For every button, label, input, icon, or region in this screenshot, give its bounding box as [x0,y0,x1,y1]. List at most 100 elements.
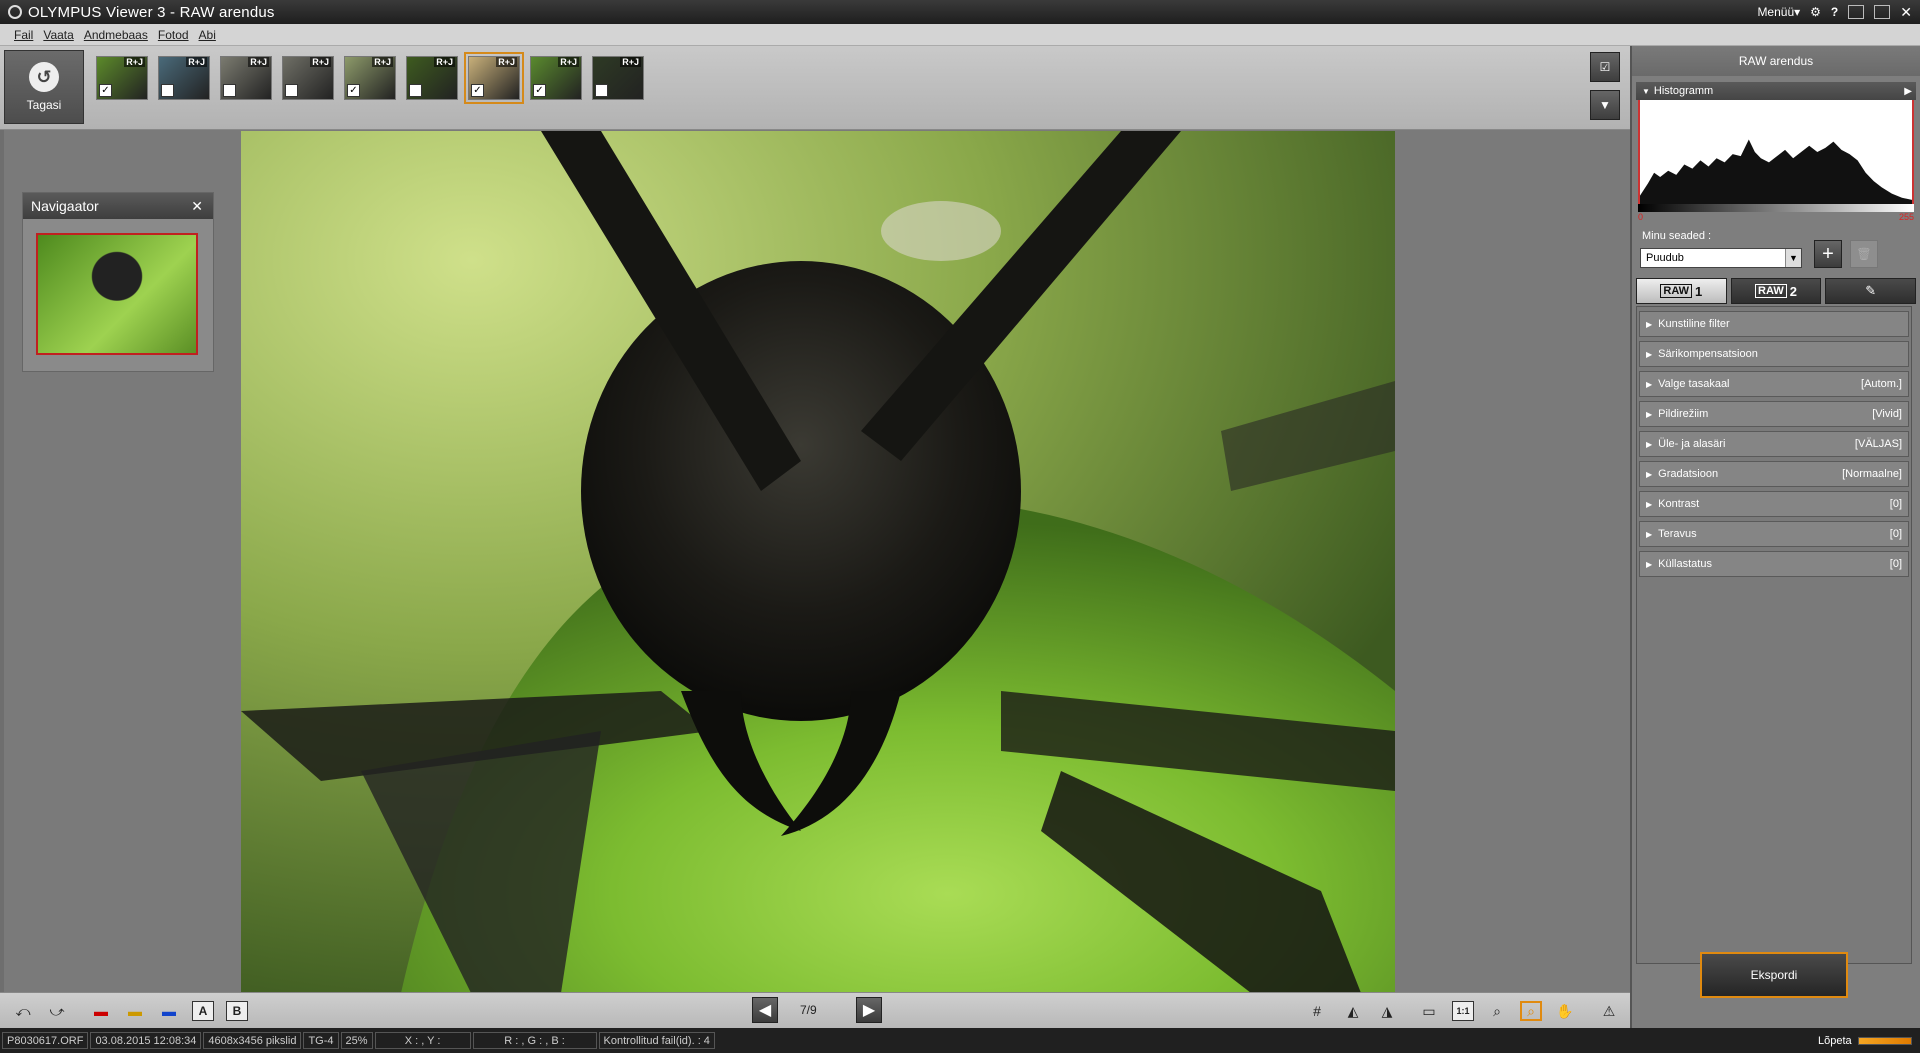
thumbnail-checkbox[interactable]: ✓ [533,84,546,97]
thumbnail[interactable]: R+J [220,56,272,100]
image-viewer[interactable]: Navigaator ✕ [4,130,1630,993]
status-xy: X : , Y : [374,1032,471,1049]
thumbnail[interactable]: R+J ✓ [464,52,524,104]
compare-b-icon[interactable]: B [226,1001,248,1021]
histogram-gradient [1638,204,1914,212]
app-icon [8,5,22,19]
help-icon[interactable]: ? [1831,5,1838,19]
setting-value: [Normaalne] [1842,468,1902,480]
histogram-header[interactable]: ▼ Histogramm ▶ [1636,82,1916,100]
mark-yellow-icon[interactable]: ▬ [124,1001,146,1021]
thumbnail[interactable]: R+J [406,56,458,100]
trash-icon[interactable]: 🗑 [1850,240,1878,268]
thumbnail-checkbox[interactable] [409,84,422,97]
highlight-warning-icon[interactable]: ◭ [1342,1001,1364,1021]
setting-value: [Vivid] [1872,408,1902,420]
actual-size-icon[interactable]: 1:1 [1452,1001,1474,1021]
expand-triangle-icon: ▶ [1646,379,1653,389]
restore-button[interactable] [1874,5,1891,19]
menu-file[interactable]: Fail [14,28,33,42]
status-bar: P8030617.ORF 03.08.2015 12:08:34 4608x34… [0,1028,1920,1053]
settings-list: ▶ Kunstiline filter ▶ Särikompensatsioon ▶ Va… [1636,306,1912,964]
close-button[interactable]: ✕ [1900,4,1912,21]
tab-edit[interactable]: ✎ [1825,278,1917,304]
setting-row[interactable]: ▶ Kontrast [0] [1639,491,1909,517]
status-zoom: 25% [340,1032,373,1049]
tab-raw2-num: 2 [1789,283,1797,299]
thumbnail-checkbox[interactable] [595,84,608,97]
thumbnail-checkbox[interactable] [223,84,236,97]
menu-database[interactable]: Andmebaas [84,28,148,42]
rotate-right-icon[interactable]: ⤻ [46,1001,68,1021]
setting-label: Kontrast [1658,498,1700,510]
setting-row[interactable]: ▶ Gradatsioon [Normaalne] [1639,461,1909,487]
setting-row[interactable]: ▶ Särikompensatsioon [1639,341,1909,367]
grid-icon[interactable]: # [1306,1001,1328,1021]
thumbnail[interactable]: R+J ✓ [96,56,148,100]
back-button[interactable]: ↺ Tagasi [4,50,84,124]
hand-icon[interactable]: ✋ [1554,1001,1576,1021]
thumbnail[interactable]: R+J ✓ [344,56,396,100]
chevron-down-icon[interactable]: ▼ [1590,90,1620,120]
main-photo[interactable] [241,131,1395,993]
warning-icon[interactable]: ⚠ [1598,1001,1620,1021]
thumbnail[interactable]: R+J ✓ [530,56,582,100]
thumbnail-checkbox[interactable]: ✓ [99,84,112,97]
menu-photos[interactable]: Fotod [158,28,189,42]
zoom-icon[interactable]: ⌕ [1486,1001,1508,1021]
expand-triangle-icon: ▶ [1646,409,1653,419]
title-bar: OLYMPUS Viewer 3 - RAW arendus Menüü▾ ⚙ … [0,0,1920,24]
add-setting-button[interactable]: + [1814,240,1842,268]
menu-help[interactable]: Abi [199,28,216,42]
image-counter: 7/9 [800,1003,817,1017]
status-filename: P8030617.ORF [2,1032,89,1049]
status-model: TG-4 [303,1032,339,1049]
thumbnail-checkbox[interactable] [161,84,174,97]
zoom-tool-icon[interactable]: ⌕ [1520,1001,1542,1021]
thumbnail-checkbox[interactable]: ✓ [347,84,360,97]
navigator-title: Navigaator [31,198,99,214]
menu-view[interactable]: Vaata [43,28,73,42]
play-icon[interactable]: ▶ [1904,86,1912,97]
mark-red-icon[interactable]: ▬ [90,1001,112,1021]
shadow-warning-icon[interactable]: ◮ [1376,1001,1398,1021]
next-image-button[interactable]: ▶ [856,997,882,1023]
navigator-preview[interactable] [36,233,198,355]
setting-row[interactable]: ▶ Valge tasakaal [Autom.] [1639,371,1909,397]
setting-row[interactable]: ▶ Küllastatus [0] [1639,551,1909,577]
hist-min-label: 0 [1638,212,1644,222]
minimize-button[interactable] [1848,5,1865,19]
menu-dropdown[interactable]: Menüü▾ [1757,5,1800,19]
setting-row[interactable]: ▶ Kunstiline filter [1639,311,1909,337]
setting-row[interactable]: ▶ Teravus [0] [1639,521,1909,547]
tab-raw1[interactable]: RAW 1 [1636,278,1727,304]
raw-jpeg-badge: R+J [620,57,641,67]
checklist-icon[interactable]: ☑ [1590,52,1620,82]
gear-icon[interactable]: ⚙ [1810,5,1821,19]
fit-screen-icon[interactable]: ▭ [1418,1001,1440,1021]
tab-raw2[interactable]: RAW 2 [1730,278,1822,304]
my-settings-value: Puudub [1646,252,1684,264]
back-button-label: Tagasi [26,98,62,112]
thumbnail[interactable]: R+J [282,56,334,100]
setting-label: Kunstiline filter [1658,318,1730,330]
mark-blue-icon[interactable]: ▬ [158,1001,180,1021]
setting-row[interactable]: ▶ Üle- ja alasäri [VÄLJAS] [1639,431,1909,457]
export-button[interactable]: Ekspordi [1700,952,1848,998]
raw-jpeg-badge: R+J [310,57,331,67]
my-settings-select[interactable]: Puudub ▼ [1640,248,1802,268]
setting-value: [Autom.] [1861,378,1902,390]
setting-row[interactable]: ▶ Pildirežiim [Vivid] [1639,401,1909,427]
thumbnail[interactable]: R+J [592,56,644,100]
finish-label[interactable]: Lõpeta [1818,1035,1852,1047]
thumbnail-checkbox[interactable] [285,84,298,97]
menu-bar: Fail Vaata Andmebaas Fotod Abi [0,24,1920,46]
compare-a-icon[interactable]: A [192,1001,214,1021]
rotate-left-icon[interactable]: ⤺ [12,1001,34,1021]
close-icon[interactable]: ✕ [191,198,203,215]
thumbnail-checkbox[interactable]: ✓ [471,84,484,97]
thumbnail[interactable]: R+J [158,56,210,100]
back-arrow-icon: ↺ [29,62,59,92]
setting-value: [0] [1889,528,1902,540]
prev-image-button[interactable]: ◀ [752,997,778,1023]
